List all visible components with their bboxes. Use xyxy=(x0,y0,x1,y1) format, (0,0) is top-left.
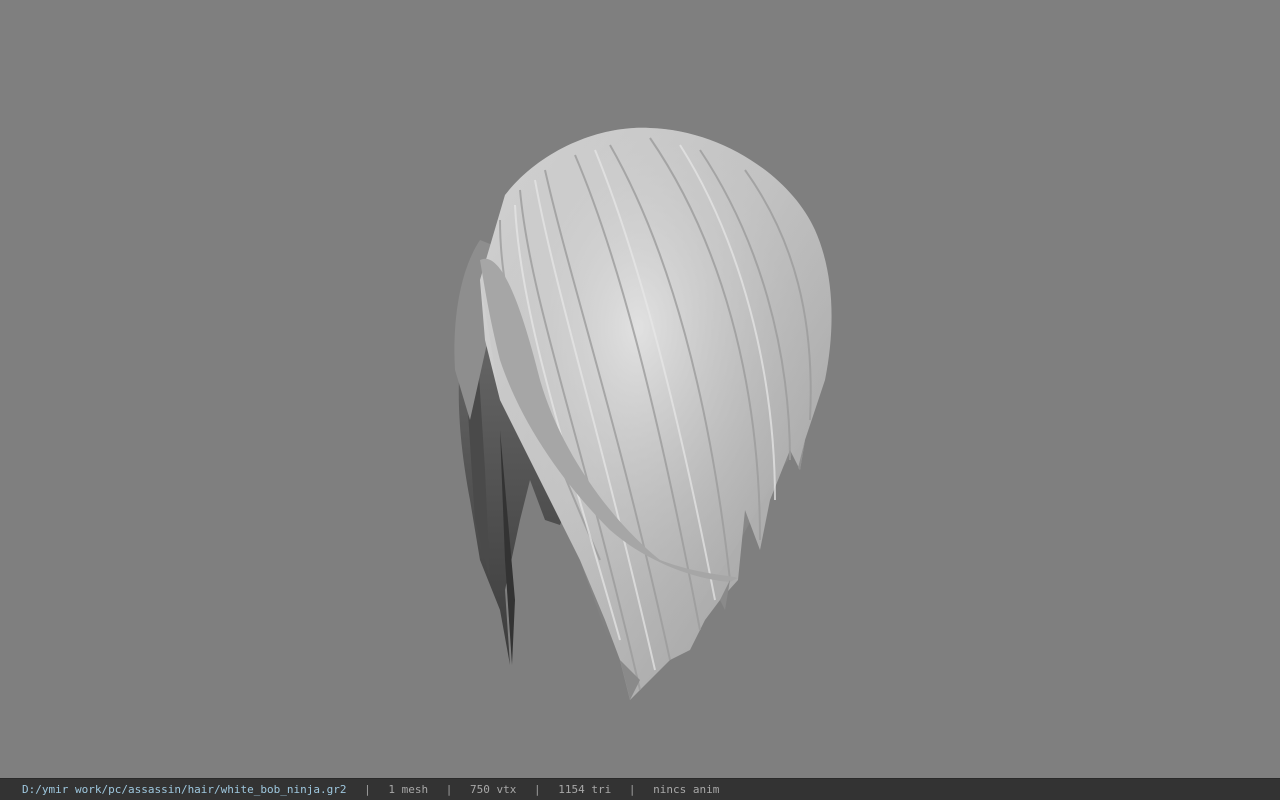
triangle-count-label: 1154 tri xyxy=(558,783,612,796)
3d-viewport[interactable] xyxy=(0,0,1280,778)
vertex-count-label: 750 vtx xyxy=(470,783,517,796)
file-path-label: D:/ymir work/pc/assassin/hair/white_bob_… xyxy=(22,783,347,796)
status-separator: | xyxy=(445,783,453,796)
animation-status-label: nincs anim xyxy=(653,783,720,796)
mesh-count-label: 1 mesh xyxy=(388,783,429,796)
status-separator: | xyxy=(364,783,371,796)
hair-mesh-model xyxy=(454,127,832,700)
status-separator: | xyxy=(534,783,541,796)
status-separator: | xyxy=(628,783,636,796)
status-bar: D:/ymir work/pc/assassin/hair/white_bob_… xyxy=(0,778,1280,800)
